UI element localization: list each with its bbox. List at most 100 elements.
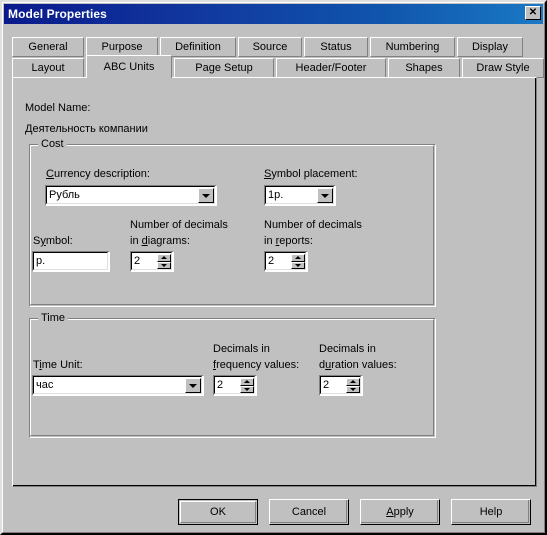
tab-row-bottom: Layout ABC Units Page Setup Header/Foote…	[12, 55, 545, 78]
help-button[interactable]: Help	[451, 499, 531, 525]
symbol-label-post: mbol:	[45, 235, 73, 247]
tab-label: Shapes	[405, 62, 443, 74]
tab-general[interactable]: General	[12, 37, 84, 57]
tab-abc-units[interactable]: ABC Units	[86, 55, 172, 78]
tab-content-panel: Model Name: Деятельность компании Cost C…	[12, 77, 537, 487]
time-unit-combo[interactable]: час	[32, 375, 204, 396]
chevron-down-glyph	[189, 383, 197, 388]
time-group-title: Time	[38, 312, 69, 324]
decimals-diagrams-label-line1: Number of decimals	[130, 219, 228, 231]
spinner-up-icon[interactable]	[346, 378, 360, 386]
symbol-label: Symbol:	[33, 235, 73, 248]
triangle-down-glyph	[161, 263, 167, 267]
tab-definition[interactable]: Definition	[160, 37, 236, 57]
ok-button[interactable]: OK	[178, 499, 258, 525]
chevron-down-glyph	[321, 193, 329, 198]
tab-display[interactable]: Display	[457, 37, 523, 57]
freq-decimals-post: requency values:	[216, 359, 300, 371]
chevron-down-icon[interactable]	[317, 188, 333, 203]
triangle-up-glyph	[295, 256, 301, 260]
tab-label: Numbering	[385, 41, 440, 53]
tab-label: Purpose	[101, 41, 143, 53]
decimals-diagrams-post: iagrams:	[147, 235, 190, 247]
spinner-down-icon[interactable]	[346, 385, 360, 393]
decimals-reports-post: eports:	[279, 235, 313, 247]
spinner-down-icon[interactable]	[157, 261, 171, 269]
currency-description-label-text: urrency description:	[53, 168, 150, 180]
title-bar[interactable]: Model Properties ✕	[4, 4, 543, 24]
spinner-down-icon[interactable]	[291, 261, 305, 269]
spinner-up-icon[interactable]	[240, 378, 254, 386]
model-name-value: Деятельность компании	[25, 123, 148, 135]
currency-description-mnemonic: C	[46, 168, 54, 180]
freq-decimals-stepper[interactable]: 2	[213, 375, 257, 396]
tab-purpose[interactable]: Purpose	[86, 37, 158, 57]
close-icon[interactable]: ✕	[525, 6, 541, 20]
symbol-placement-label-text: ymbol placement:	[271, 168, 358, 180]
help-button-label: Help	[479, 506, 503, 518]
freq-decimals-label-line1: Decimals in	[213, 343, 270, 355]
triangle-up-glyph	[244, 380, 250, 384]
duration-decimals-post: ration values:	[331, 359, 397, 371]
tab-numbering[interactable]: Numbering	[370, 37, 455, 57]
spinner-down-icon[interactable]	[240, 385, 254, 393]
tab-row-top: General Purpose Definition Source Status…	[12, 36, 525, 57]
duration-decimals-stepper[interactable]: 2	[319, 375, 363, 396]
chevron-down-icon[interactable]	[185, 378, 201, 393]
time-unit-post: me Unit:	[41, 359, 83, 371]
triangle-down-glyph	[295, 263, 301, 267]
symbol-placement-value: 1р.	[268, 189, 284, 201]
tab-label: Definition	[175, 41, 221, 53]
cancel-button[interactable]: Cancel	[269, 499, 349, 525]
tab-label: ABC Units	[103, 61, 155, 73]
symbol-field[interactable]: р.	[32, 251, 110, 272]
spinner-buttons[interactable]	[346, 378, 360, 393]
tab-layout[interactable]: Layout	[12, 58, 84, 78]
chevron-down-icon[interactable]	[198, 188, 214, 203]
tab-label: Source	[252, 41, 288, 53]
cancel-button-label: Cancel	[291, 506, 327, 518]
spinner-buttons[interactable]	[291, 254, 305, 269]
tab-source[interactable]: Source	[238, 37, 302, 57]
currency-description-value: Рубль	[49, 189, 80, 201]
time-unit-label: Time Unit:	[33, 359, 83, 372]
apply-button[interactable]: Apply	[360, 499, 440, 525]
tab-draw-style[interactable]: Draw Style	[462, 58, 544, 78]
chevron-down-glyph	[202, 193, 210, 198]
triangle-up-glyph	[161, 256, 167, 260]
decimals-reports-label-line2: in reports:	[264, 235, 313, 248]
tab-label: Layout	[31, 62, 65, 74]
tab-label: General	[28, 41, 68, 53]
cost-group-title: Cost	[38, 138, 67, 150]
duration-decimals-label-line2: duration values:	[319, 359, 397, 372]
decimals-diagrams-value: 2	[134, 255, 141, 267]
currency-description-label: Currency description:	[46, 168, 150, 181]
tab-label: Header/Footer	[295, 62, 367, 74]
tab-label: Status	[320, 41, 352, 53]
decimals-reports-stepper[interactable]: 2	[264, 251, 308, 272]
spinner-buttons[interactable]	[157, 254, 171, 269]
spinner-up-icon[interactable]	[291, 254, 305, 262]
tab-label: Page Setup	[195, 62, 253, 74]
decimals-reports-value: 2	[268, 255, 275, 267]
tab-page-setup[interactable]: Page Setup	[174, 58, 274, 78]
apply-post: pply	[393, 506, 414, 518]
currency-description-combo[interactable]: Рубль	[45, 185, 217, 206]
freq-decimals-value: 2	[217, 379, 224, 391]
spinner-up-icon[interactable]	[157, 254, 171, 262]
duration-decimals-value: 2	[323, 379, 330, 391]
tab-label: Draw Style	[476, 62, 530, 74]
spinner-buttons[interactable]	[240, 378, 254, 393]
tab-status[interactable]: Status	[304, 37, 368, 57]
decimals-reports-pre: in	[264, 235, 276, 247]
decimals-diagrams-pre: in	[130, 235, 142, 247]
symbol-placement-label: Symbol placement:	[264, 168, 358, 181]
symbol-placement-combo[interactable]: 1р.	[264, 185, 336, 206]
duration-decimals-label-line1: Decimals in	[319, 343, 376, 355]
decimals-diagrams-stepper[interactable]: 2	[130, 251, 174, 272]
decimals-diagrams-label-line2: in diagrams:	[130, 235, 190, 248]
triangle-up-glyph	[350, 380, 356, 384]
tab-header-footer[interactable]: Header/Footer	[276, 58, 386, 78]
apply-button-label: Apply	[386, 506, 414, 518]
tab-shapes[interactable]: Shapes	[388, 58, 460, 78]
